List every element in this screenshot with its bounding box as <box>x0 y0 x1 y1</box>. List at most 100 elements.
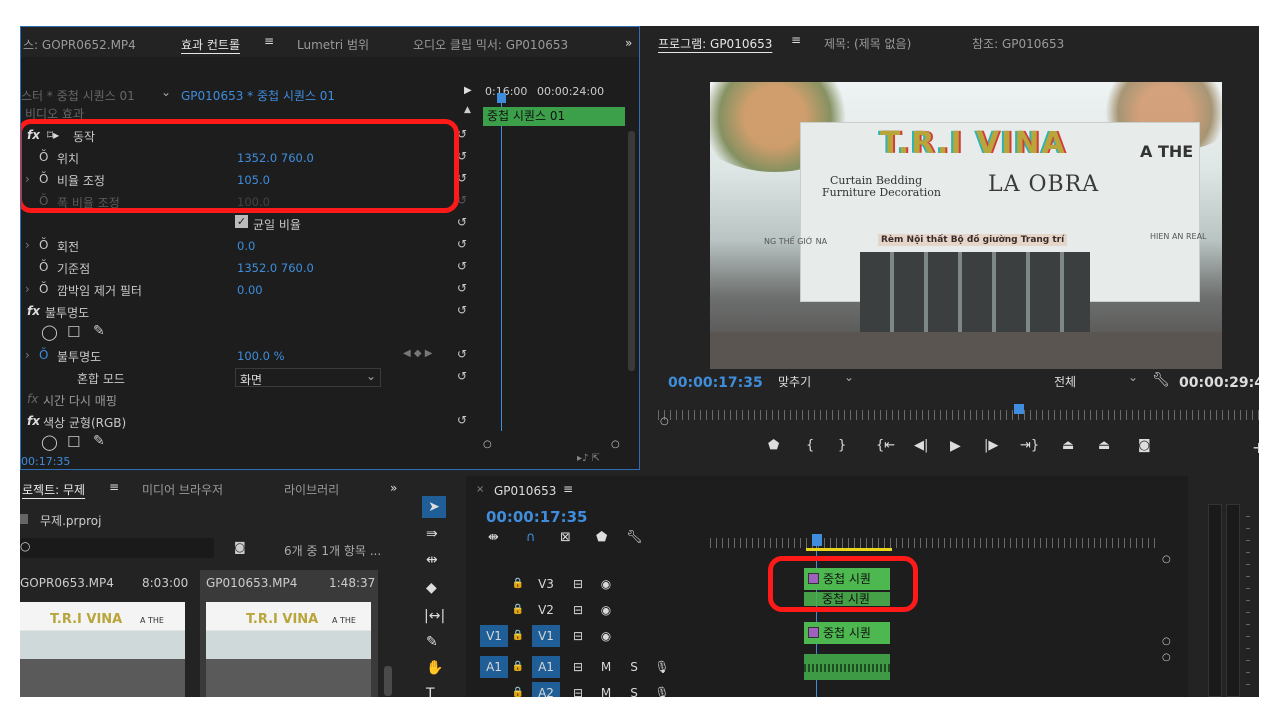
panel-overflow-icon[interactable]: » <box>390 481 397 495</box>
solo-button[interactable]: S <box>620 682 648 697</box>
stopwatch-icon[interactable]: Ŏ <box>39 238 48 252</box>
quality-dropdown[interactable]: 전체 ⌄ <box>1048 370 1142 390</box>
toggle-sync-lock-icon[interactable]: ⊟ <box>564 625 592 647</box>
chevron-down-icon[interactable]: ⌄ <box>161 85 171 99</box>
extract-icon[interactable]: ⏏ <box>1098 438 1110 453</box>
play-icon[interactable]: ▶ <box>950 438 961 454</box>
track-select-tool-icon[interactable]: ⇛ <box>426 526 438 542</box>
zoom-circle-left[interactable]: ○ <box>660 416 669 427</box>
opacity-row[interactable]: › Ŏ 불투명도 100.0 % ◀ ◆ ▶ ↺ <box>21 345 481 366</box>
timeline-clip-v1[interactable]: 중첩 시퀀 <box>804 622 890 644</box>
selection-tool-icon[interactable]: ➤ <box>422 496 446 518</box>
timeline-playhead[interactable] <box>812 534 822 546</box>
razor-tool-icon[interactable]: ◆ <box>426 580 437 596</box>
add-button-icon[interactable]: + <box>1252 438 1259 457</box>
play-only-audio-icon[interactable]: ▶ <box>464 85 472 96</box>
mark-in-icon[interactable]: { <box>806 438 814 453</box>
timeline-timecode[interactable]: 00:00:17:35 <box>486 508 588 526</box>
expand-arrow-icon[interactable]: › <box>25 348 30 362</box>
anti-flicker-row[interactable]: › Ŏ 깜박임 제거 필터 0.00 ↺ <box>21 279 481 300</box>
pen-mask-icon[interactable]: ✎ <box>93 323 105 339</box>
fx-icon[interactable]: fx <box>27 304 40 318</box>
tab-libraries[interactable]: 라이브러리 <box>284 481 339 498</box>
zoom-circle-right[interactable]: ○ <box>1162 652 1171 663</box>
tab-reference[interactable]: 참조: GP010653 <box>972 35 1064 52</box>
tab-menu-icon[interactable]: ≡ <box>791 33 801 47</box>
fx-icon[interactable]: fx <box>27 392 38 406</box>
fx-icon[interactable]: fx <box>27 414 40 428</box>
reset-icon[interactable]: ↺ <box>457 259 467 273</box>
wrench-icon[interactable]: 🔧︎ <box>1152 372 1170 388</box>
track-label[interactable]: V1 <box>532 625 560 647</box>
stopwatch-active-icon[interactable]: Ŏ <box>39 348 48 362</box>
effect-controls-timecode[interactable]: 00:17:35 <box>21 455 70 468</box>
zoom-circle-right[interactable]: ○ <box>1162 636 1171 647</box>
program-video-frame[interactable]: T.R.I VINA A THE Curtain Bedding Furnitu… <box>710 82 1222 369</box>
nest-icon[interactable]: ⇼ <box>488 530 499 545</box>
reset-icon[interactable]: ↺ <box>457 369 467 383</box>
anchor-point-row[interactable]: Ŏ 기준점 1352.0 760.0 ↺ <box>21 257 481 278</box>
track-label[interactable]: V3 <box>532 573 560 595</box>
zoom-circle-right[interactable]: ○ <box>1162 554 1171 565</box>
toggle-sync-lock-icon[interactable]: ⊟ <box>564 599 592 621</box>
blend-mode-dropdown[interactable]: 화면 ⌄ <box>235 368 381 387</box>
panel-overflow-icon[interactable]: » <box>625 36 632 50</box>
add-marker-icon[interactable]: ⬟ <box>768 438 779 453</box>
solo-button[interactable]: S <box>620 656 648 678</box>
track-v1[interactable]: V1 🔒 V1 ⊟ ◉ <box>466 625 706 647</box>
track-label[interactable]: A1 <box>532 656 560 678</box>
tab-source[interactable]: 스: GOPR0652.MP4 <box>23 36 136 53</box>
tab-audio-clip-mixer[interactable]: 오디오 클립 믹서: GP010653 <box>413 36 568 53</box>
toggle-sync-lock-icon[interactable]: ⊟ <box>564 682 592 697</box>
mini-scrollbar[interactable] <box>628 131 635 371</box>
checkbox-checked-icon[interactable]: ✓ <box>235 215 248 228</box>
scroll-up-icon[interactable]: ▲ <box>464 105 471 115</box>
track-lock-icon[interactable]: 🔒 <box>504 682 532 697</box>
export-frame-icon[interactable]: ◙ <box>1138 438 1151 453</box>
toggle-sync-lock-icon[interactable]: ⊟ <box>564 656 592 678</box>
time-remap-row[interactable]: fx 시간 다시 매핑 <box>21 389 481 410</box>
color-balance-row[interactable]: fx 색상 균형(RGB) ↺ <box>21 411 481 432</box>
expand-arrow-icon[interactable]: › <box>25 282 30 296</box>
tab-effect-controls[interactable]: 효과 컨트롤 <box>181 36 240 53</box>
ellipse-mask-icon[interactable]: ◯ <box>41 433 58 451</box>
track-label[interactable]: V2 <box>532 599 560 621</box>
linked-selection-icon[interactable]: ⊠ <box>560 530 571 545</box>
add-marker-icon[interactable]: ⬟ <box>596 530 607 545</box>
pen-tool-icon[interactable]: ✎ <box>426 634 438 650</box>
track-a1[interactable]: A1 🔒 A1 ⊟ M S 🎙︎ <box>466 656 706 678</box>
work-area-bar[interactable] <box>806 548 892 551</box>
zoom-circle-left[interactable]: ○ <box>483 439 492 450</box>
go-to-in-icon[interactable]: {⇤ <box>876 438 895 453</box>
eye-icon[interactable]: ◉ <box>592 573 620 595</box>
program-timecode[interactable]: 00:00:17:35 <box>668 375 763 391</box>
toggle-sync-lock-icon[interactable]: ⊟ <box>564 573 592 595</box>
go-to-out-icon[interactable]: ⇥} <box>1020 438 1039 453</box>
mini-clip[interactable]: 중첩 시퀀스 01 <box>483 107 625 126</box>
tab-menu-icon[interactable]: ≡ <box>109 480 119 494</box>
reset-icon[interactable]: ↺ <box>457 413 467 427</box>
tab-project[interactable]: 로젝트: 무제 <box>22 481 85 498</box>
eye-icon[interactable]: ◉ <box>592 599 620 621</box>
stopwatch-icon[interactable]: Ŏ <box>39 282 48 296</box>
reset-icon[interactable]: ↺ <box>457 303 467 317</box>
tab-title[interactable]: 제목: (제목 없음) <box>824 35 911 52</box>
anti-flicker-value[interactable]: 0.00 <box>237 283 263 297</box>
eye-icon[interactable]: ◉ <box>592 625 620 647</box>
lift-icon[interactable]: ⏏ <box>1062 438 1074 453</box>
project-scrollbar[interactable] <box>384 666 392 696</box>
tab-menu-icon[interactable]: ≡ <box>264 34 274 48</box>
pen-mask-icon[interactable]: ✎ <box>93 433 105 449</box>
program-playhead[interactable] <box>1014 404 1024 414</box>
program-time-ruler[interactable] <box>658 410 1259 420</box>
new-bin-icon[interactable]: ◙ <box>234 540 246 554</box>
close-icon[interactable]: × <box>476 484 484 495</box>
hand-tool-icon[interactable]: ✋ <box>426 660 443 676</box>
voice-over-mic-icon[interactable]: 🎙︎ <box>648 682 676 697</box>
track-v3[interactable]: 🔒 V3 ⊟ ◉ <box>466 573 706 595</box>
ellipse-mask-icon[interactable]: ◯ <box>41 323 58 341</box>
tab-lumetri-scopes[interactable]: Lumetri 범위 <box>297 36 369 53</box>
timeline-clip-a1[interactable] <box>804 654 890 680</box>
tab-program[interactable]: 프로그램: GP010653 <box>658 35 772 52</box>
item-thumbnail[interactable]: T.R.I VINA A THE <box>20 602 185 697</box>
